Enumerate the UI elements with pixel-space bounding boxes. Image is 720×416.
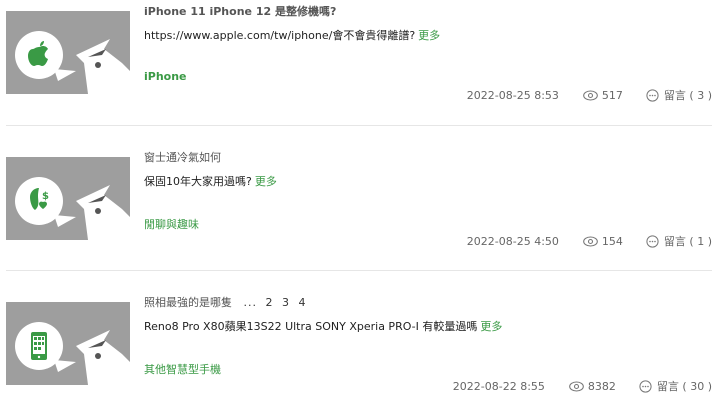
excerpt-text: Reno8 Pro X80蘋果13S22 Ultra SONY Xperia P… bbox=[144, 320, 478, 333]
view-count: 8382 bbox=[587, 379, 616, 393]
more-link[interactable]: 更多 bbox=[418, 29, 440, 42]
pagination-ellipsis: ... bbox=[243, 296, 257, 309]
divider bbox=[6, 125, 712, 126]
pagination: ... 2 3 4 bbox=[244, 296, 311, 309]
comment-count[interactable]: 留言 ( 1 ) bbox=[664, 233, 712, 249]
view-count: 154 bbox=[601, 234, 623, 248]
excerpt-text: 保固10年大家用過嗎? bbox=[144, 175, 252, 188]
post-category[interactable]: iPhone bbox=[144, 70, 187, 83]
smartphone-icon bbox=[31, 332, 47, 360]
post-thumbnail[interactable] bbox=[6, 302, 130, 385]
post-meta: 2022-08-25 4:50 154 留言 ( 1 ) bbox=[466, 233, 712, 249]
svg-text:$: $ bbox=[42, 191, 49, 202]
post-title-text[interactable]: 照相最強的是哪隻 bbox=[144, 296, 232, 309]
post-title[interactable]: 窗士通冷氣如何 bbox=[144, 149, 221, 165]
post-date: 2022-08-25 8:53 bbox=[466, 88, 559, 102]
page-link-3[interactable]: 3 bbox=[282, 296, 290, 309]
forum-post: 照相最強的是哪隻 ... 2 3 4 Reno8 Pro X80蘋果13S22 … bbox=[0, 287, 720, 416]
post-title[interactable]: 照相最強的是哪隻 ... 2 3 4 bbox=[144, 294, 311, 310]
post-meta: 2022-08-22 8:55 8382 留言 ( 30 ) bbox=[452, 378, 712, 394]
comment-bubble-icon bbox=[639, 379, 652, 393]
divider bbox=[6, 270, 712, 271]
post-date: 2022-08-25 4:50 bbox=[466, 234, 559, 248]
comment-bubble-icon bbox=[646, 88, 659, 102]
post-thumbnail[interactable]: $ bbox=[6, 157, 130, 240]
post-meta: 2022-08-25 8:53 517 留言 ( 3 ) bbox=[466, 87, 712, 103]
eye-icon bbox=[569, 380, 584, 392]
post-title[interactable]: iPhone 11 iPhone 12 是整修機嗎? bbox=[144, 3, 336, 19]
post-category[interactable]: 閒聊與趣味 bbox=[144, 216, 199, 232]
excerpt-text: https://www.apple.com/tw/iphone/會不會貴得離譜? bbox=[144, 29, 416, 42]
more-link[interactable]: 更多 bbox=[255, 175, 277, 188]
page-link-2[interactable]: 2 bbox=[266, 296, 274, 309]
eye-icon bbox=[583, 235, 598, 247]
post-date: 2022-08-22 8:55 bbox=[452, 379, 545, 393]
page-link-4[interactable]: 4 bbox=[299, 296, 307, 309]
post-category[interactable]: 其他智慧型手機 bbox=[144, 361, 221, 377]
eye-icon bbox=[583, 89, 598, 101]
post-excerpt: 保固10年大家用過嗎? 更多 bbox=[144, 173, 277, 189]
forum-post: iPhone 11 iPhone 12 是整修機嗎? https://www.a… bbox=[0, 0, 720, 141]
comment-count[interactable]: 留言 ( 3 ) bbox=[664, 87, 712, 103]
comment-count[interactable]: 留言 ( 30 ) bbox=[657, 378, 712, 394]
forum-post: $ 窗士通冷氣如何 保固10年大家用過嗎? 更多 閒聊與趣味 2022-08-25… bbox=[0, 142, 720, 287]
post-excerpt: Reno8 Pro X80蘋果13S22 Ultra SONY Xperia P… bbox=[144, 318, 502, 334]
view-count: 517 bbox=[601, 88, 623, 102]
post-thumbnail[interactable] bbox=[6, 11, 130, 94]
post-excerpt: https://www.apple.com/tw/iphone/會不會貴得離譜?… bbox=[144, 27, 440, 43]
more-link[interactable]: 更多 bbox=[480, 320, 502, 333]
comment-bubble-icon bbox=[646, 234, 659, 248]
